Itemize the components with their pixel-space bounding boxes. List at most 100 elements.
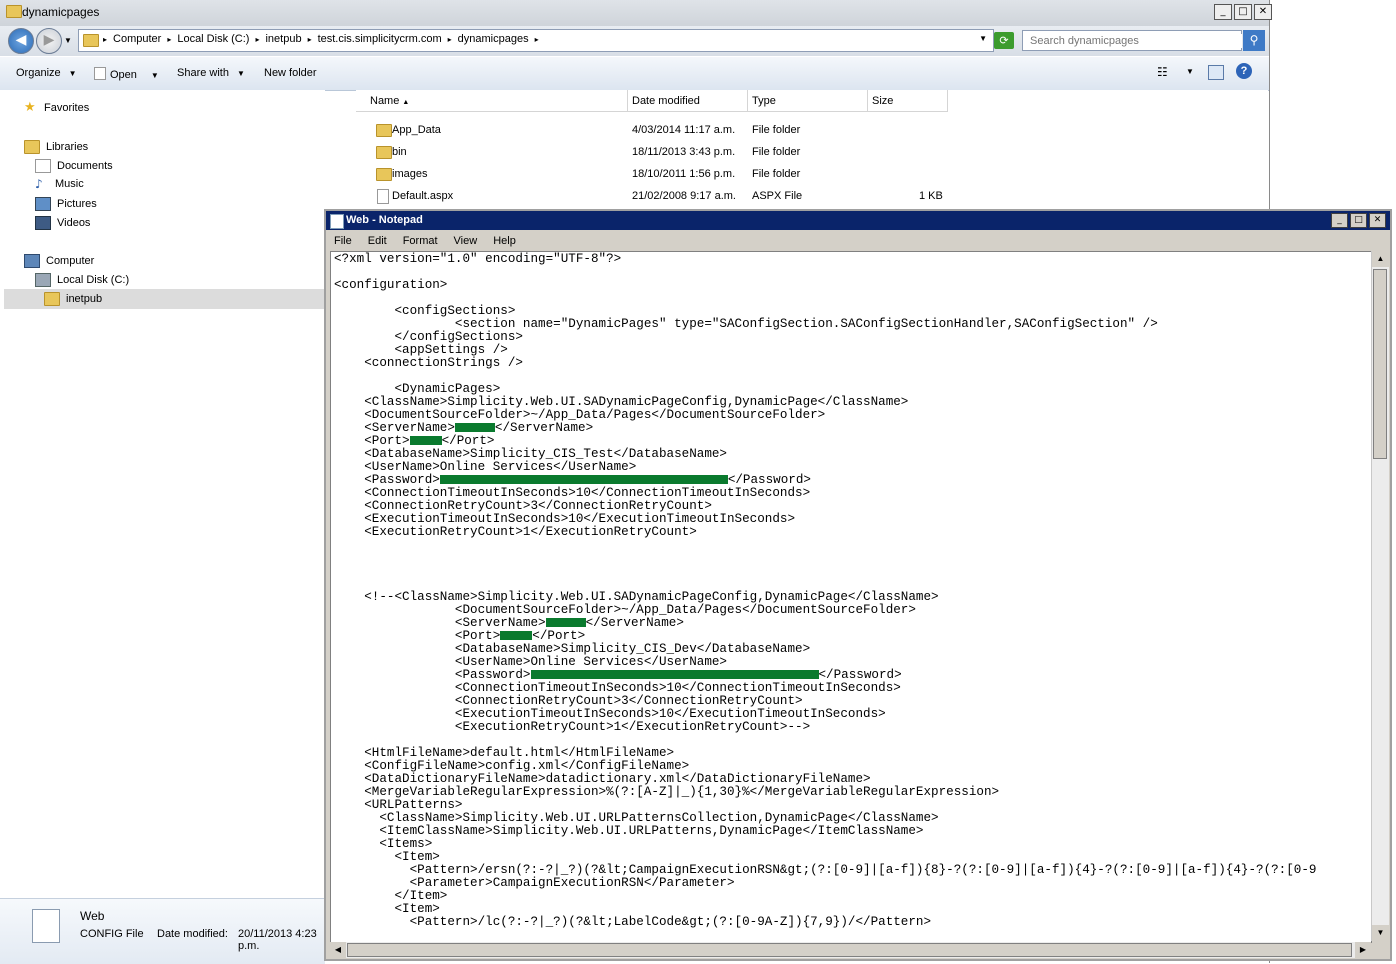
nav-favorites[interactable]: ★ Favorites [24,101,89,114]
close-button[interactable]: ✕ [1369,213,1386,228]
nav-computer[interactable]: Computer [24,254,94,268]
help-icon[interactable]: ? [1236,63,1252,79]
nav-music[interactable]: ♪ Music [35,178,84,190]
breadcrumb-local-disk[interactable]: Local Disk (C:) [177,33,249,47]
file-date: 4/03/2014 11:17 a.m. [632,124,736,136]
line-text: <ClassName>Simplicity.Web.UI.SADynamicPa… [334,395,909,409]
column-header-size[interactable]: Size [868,90,948,112]
column-header-name[interactable]: Name ▲ [356,90,628,112]
line-text: </Port> [532,629,586,643]
maximize-button[interactable]: □ [1350,213,1367,228]
recent-pages-dropdown-icon[interactable]: ▼ [64,36,72,45]
share-with-button[interactable]: Share with ▼ [177,67,245,79]
line-text: <UserName>Online Services</UserName> [334,655,727,669]
menu-help[interactable]: Help [485,230,524,250]
line-text: <ExecutionRetryCount>1</ExecutionRetryCo… [334,720,811,734]
nav-videos[interactable]: Videos [35,216,90,230]
explorer-title-bar[interactable]: dynamicpages _ □ ✕ [0,0,1272,26]
preview-pane-icon[interactable] [1208,65,1224,80]
chevron-icon[interactable]: ▸ [255,33,259,47]
file-row[interactable]: App_Data 4/03/2014 11:17 a.m. File folde… [356,119,1268,141]
text-line: <Pattern>/lc(?:-?|_?)(?&lt;LabelCode&gt;… [334,916,1316,929]
nav-inetpub[interactable]: inetpub [4,289,325,309]
file-type: File folder [752,124,801,136]
detail-date: 20/11/2013 4:23 p.m. [238,928,317,952]
notepad-text-area[interactable]: <?xml version="1.0" encoding="UTF-8"?> <c… [330,251,1372,943]
nav-local-disk[interactable]: Local Disk (C:) [35,273,129,287]
back-button[interactable]: ◀ [8,28,34,54]
redaction-bar [409,436,442,446]
minimize-button[interactable]: _ [1331,213,1348,228]
nav-pictures[interactable]: Pictures [35,197,97,211]
notepad-menu-bar: File Edit Format View Help [326,230,1390,250]
breadcrumb-inetpub[interactable]: inetpub [265,33,301,47]
line-text: <ConfigFileName>config.xml</ConfigFileNa… [334,759,690,773]
breadcrumb-dynamicpages[interactable]: dynamicpages [458,33,529,47]
nav-pictures-label: Pictures [57,198,97,210]
chevron-icon[interactable]: ▸ [308,33,312,47]
open-label: Open [110,69,137,81]
scroll-thumb[interactable] [1373,269,1387,459]
file-icon [94,67,106,80]
vertical-scrollbar[interactable]: ▲ ▼ [1371,251,1389,941]
search-input[interactable] [1028,34,1242,48]
close-button[interactable]: ✕ [1254,4,1272,20]
scroll-right-icon[interactable]: ▶ [1355,942,1371,958]
notepad-title-bar[interactable]: Web - Notepad _ □ ✕ [326,211,1390,230]
notepad-title: Web - Notepad [346,214,423,226]
line-text: </Password> [727,473,811,487]
file-row[interactable]: images 18/10/2011 1:56 p.m. File folder [356,163,1268,185]
search-icon[interactable]: ⚲ [1243,30,1265,51]
line-text: <DatabaseName>Simplicity_CIS_Dev</Databa… [334,642,811,656]
nav-documents[interactable]: Documents [35,159,113,173]
forward-button[interactable]: ▶ [36,28,62,54]
open-button[interactable]: Open ▼ [94,67,159,81]
text-line [334,539,1316,552]
column-header-date[interactable]: Date modified [628,90,748,112]
line-text: <Items> [334,837,433,851]
detail-file-type: CONFIG File [80,928,144,940]
menu-edit[interactable]: Edit [360,230,395,250]
chevron-icon[interactable]: ▸ [103,33,107,47]
address-dropdown-icon[interactable]: ▼ [979,34,987,43]
scroll-left-icon[interactable]: ◀ [330,942,346,958]
line-text: </Password> [818,668,902,682]
menu-view[interactable]: View [446,230,486,250]
scroll-up-icon[interactable]: ▲ [1372,251,1389,267]
breadcrumb-site[interactable]: test.cis.simplicitycrm.com [318,33,442,47]
line-text: </ServerName> [494,421,594,435]
menu-file[interactable]: File [326,230,360,250]
nav-libraries[interactable]: Libraries [24,140,88,154]
chevron-icon[interactable]: ▸ [167,33,171,47]
nav-libraries-label: Libraries [46,141,89,153]
search-field[interactable] [1022,30,1242,51]
maximize-button[interactable]: □ [1234,4,1252,20]
details-pane: Web CONFIG File Date modified: 20/11/201… [0,898,325,964]
new-folder-button[interactable]: New folder [264,67,317,79]
line-text: </Port> [441,434,495,448]
text-line: <ExecutionRetryCount>1</ExecutionRetryCo… [334,526,1316,539]
documents-icon [35,159,51,173]
line-text: <DocumentSourceFolder>~/App_Data/Pages</… [334,603,916,617]
column-header-type[interactable]: Type [748,90,868,112]
breadcrumb-computer[interactable]: Computer [113,33,161,47]
horizontal-scrollbar[interactable]: ◀ ▶ [330,942,1371,958]
file-type: File folder [752,146,801,158]
address-field[interactable]: ▸ Computer ▸ Local Disk (C:) ▸ inetpub ▸… [78,29,994,52]
libraries-icon [24,140,40,154]
scroll-thumb[interactable] [347,943,1352,957]
views-dropdown-icon[interactable]: ▼ [1186,67,1194,76]
file-row[interactable]: bin 18/11/2013 3:43 p.m. File folder [356,141,1268,163]
file-row[interactable]: Default.aspx 21/02/2008 9:17 a.m. ASPX F… [356,185,1268,207]
refresh-button[interactable]: ⟳ [994,32,1014,49]
scroll-down-icon[interactable]: ▼ [1372,925,1389,941]
views-icon[interactable]: ☷ [1157,65,1168,79]
text-line: <ItemClassName>Simplicity.Web.UI.URLPatt… [334,825,1316,838]
minimize-button[interactable]: _ [1214,4,1232,20]
menu-format[interactable]: Format [395,230,446,250]
aspx-file-icon [377,189,389,204]
organize-button[interactable]: Organize ▼ [16,67,77,79]
chevron-icon[interactable]: ▸ [448,33,452,47]
text-line: <MergeVariableRegularExpression>%(?:[A-Z… [334,786,1316,799]
chevron-icon[interactable]: ▸ [535,33,539,47]
